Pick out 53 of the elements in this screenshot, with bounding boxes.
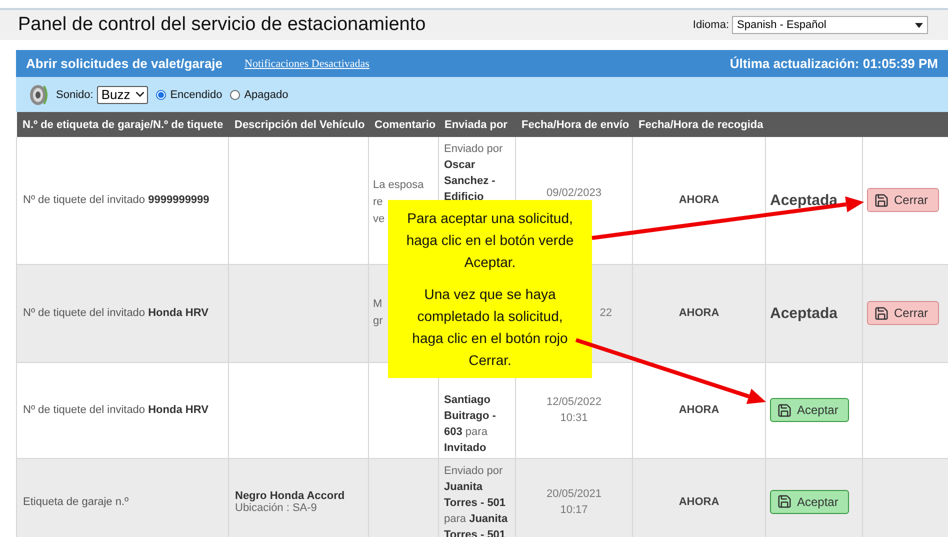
pickup-time: AHORA	[678, 194, 720, 206]
comment-text: M	[373, 298, 382, 310]
ticket-cell: Etiqueta de garaje n.º	[23, 496, 129, 508]
radio-label: Apagado	[244, 88, 288, 100]
radio-button[interactable]	[156, 90, 166, 100]
ticket-cell: Nº de tiquete del invitado 9999999999	[23, 194, 210, 206]
save-icon	[874, 306, 889, 320]
comment-text: La esposa	[373, 179, 424, 191]
column-header: Fecha/Hora de envío	[522, 118, 630, 130]
sender-text: Enviado por Oscar Sanchez - Edificio	[444, 142, 504, 205]
accept-button[interactable]: Aceptar	[770, 490, 850, 514]
close-button[interactable]: Cerrar	[867, 301, 940, 325]
column-header: N.º de etiqueta de garaje/N.º de tiquete	[22, 118, 224, 130]
panel-title: Abrir solicitudes de valet/garaje	[26, 56, 223, 71]
callout-text: Una vez que se haya completado la solicitud, haga clic en el botón rojo Cerrar.	[411, 285, 569, 370]
save-icon	[777, 402, 792, 418]
column-header: Enviada por	[444, 118, 508, 130]
sender-text: Santiago Buitrago - 603 para Invitado	[444, 392, 497, 456]
column-header: Fecha/Hora de recogida	[638, 118, 764, 130]
callout-text: Para aceptar una solicitud, haga clic en el botón verde Aceptar.	[405, 209, 575, 272]
comment-text: re	[373, 196, 383, 208]
vehicle-location: Ubicación : SA-9	[235, 502, 318, 514]
sent-date: 20/05/2021 10:17	[545, 486, 603, 518]
column-header: Descripción del Vehículo	[234, 118, 365, 130]
status-text: Aceptada	[770, 192, 838, 209]
sent-date: 09/02/2023	[546, 186, 602, 201]
pickup-time: AHORA	[678, 404, 720, 416]
radio-button[interactable]	[230, 90, 240, 100]
language-label: Idioma:	[692, 19, 729, 31]
caret-icon	[915, 22, 923, 28]
comment-text: gr	[373, 315, 383, 327]
vehicle-name: Negro Honda Accord	[235, 490, 346, 502]
save-icon	[874, 192, 889, 208]
ticket-cell: Nº de tiquete del invitado Honda HRV	[23, 404, 208, 416]
pickup-time: AHORA	[678, 307, 720, 319]
caret-icon	[136, 92, 144, 97]
notifications-link[interactable]: Notificaciones Desactivadas	[244, 58, 370, 70]
sent-date: 22	[600, 306, 612, 321]
column-header: Comentario	[374, 118, 436, 130]
close-button[interactable]: Cerrar	[867, 188, 940, 212]
radio-label: Encendido	[170, 88, 222, 100]
status-text: Aceptada	[770, 304, 838, 322]
language-select[interactable]: Spanish - Español	[732, 16, 928, 34]
sound-select[interactable]: Buzz	[97, 86, 148, 104]
ticket-cell: Nº de tiquete del invitado Honda HRV	[23, 307, 208, 319]
pickup-time: AHORA	[678, 496, 720, 508]
sent-date: 12/05/2022 10:31	[545, 395, 603, 426]
accept-button[interactable]: Aceptar	[770, 398, 850, 422]
comment-text: ve	[373, 213, 385, 225]
sound-label: Sonido:	[56, 88, 94, 100]
last-update: Última actualización: 01:05:39 PM	[730, 56, 938, 71]
page-title: Panel de control del servicio de estacionamiento	[18, 14, 426, 36]
save-icon	[777, 494, 792, 509]
